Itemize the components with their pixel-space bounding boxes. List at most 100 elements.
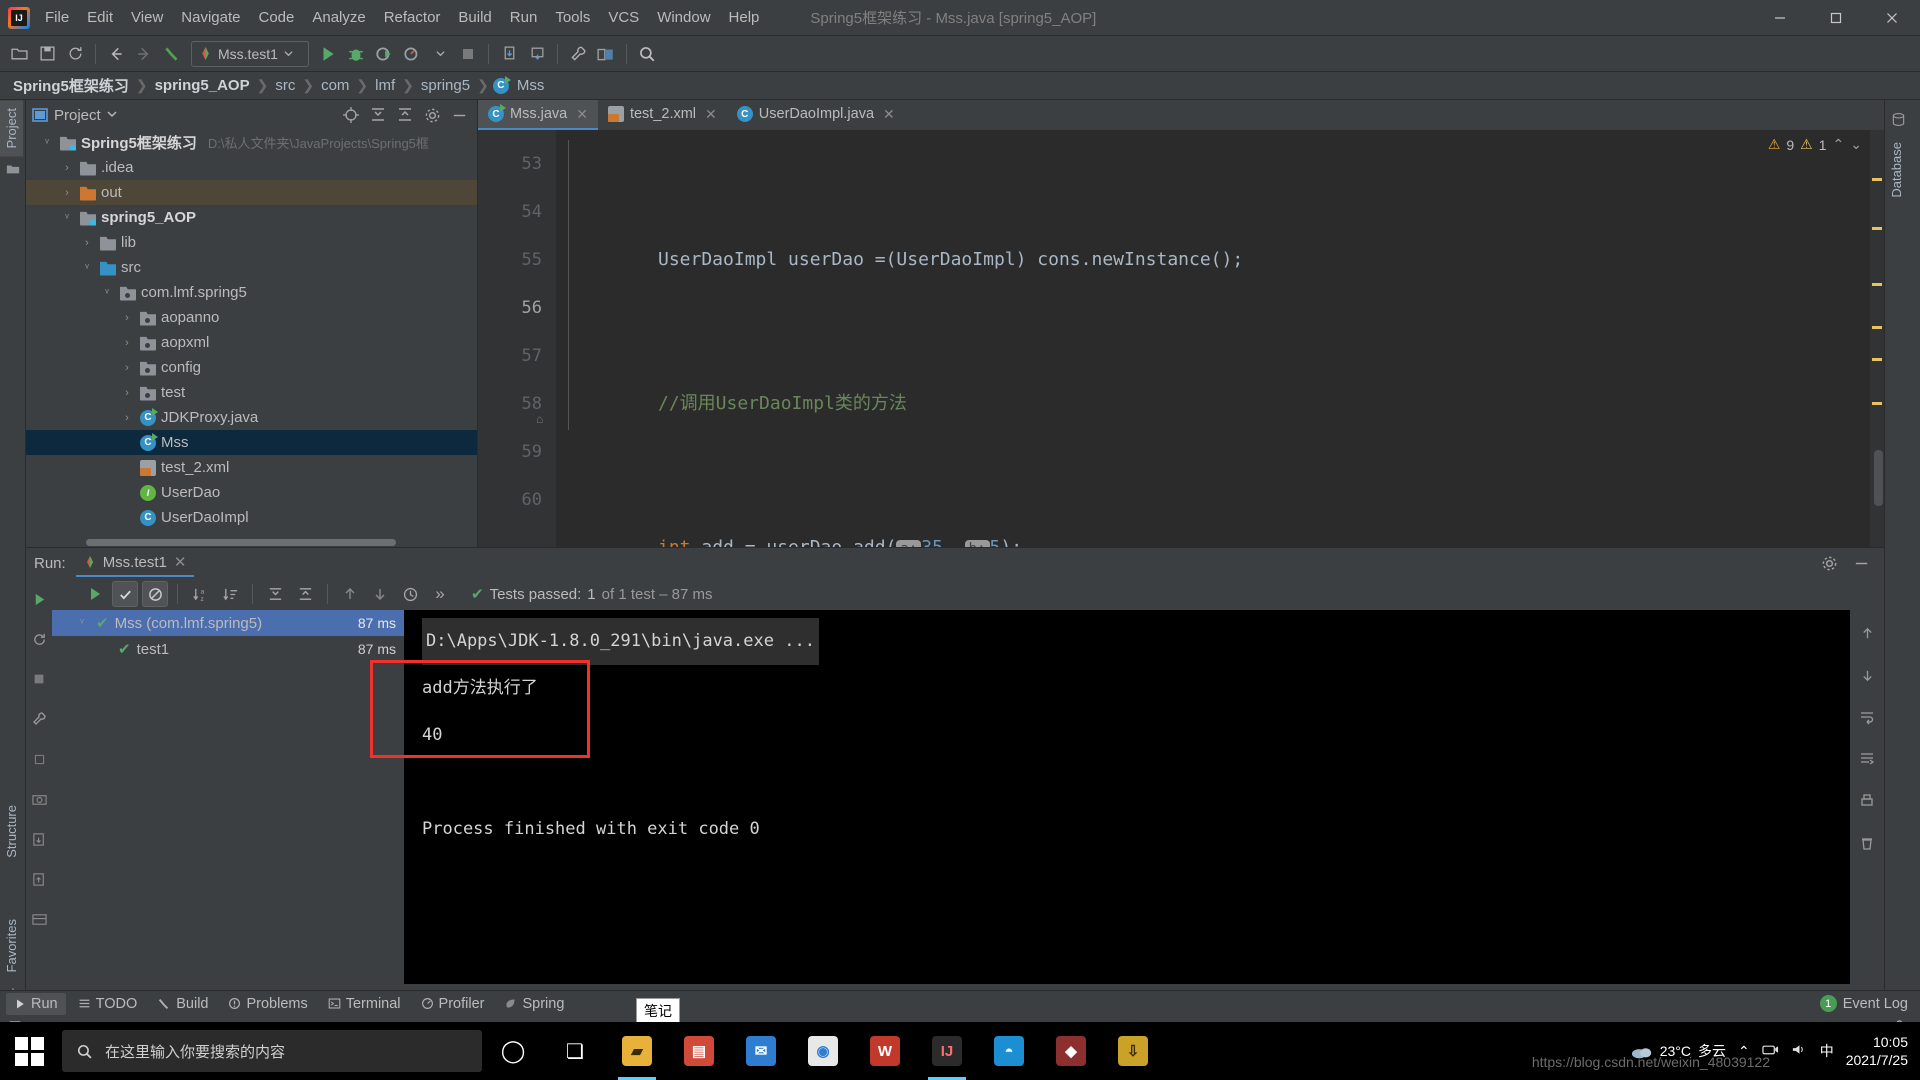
bottom-tab-spring[interactable]: Spring bbox=[496, 993, 572, 1015]
inspection-prev-icon[interactable]: ⌃ bbox=[1833, 136, 1845, 153]
test-tree-row-test[interactable]: ✔ test1 87 ms bbox=[52, 636, 404, 662]
code-viewport[interactable]: 53 54 55 56 57 58 59 60 ⌂ UserDaoImpl us… bbox=[478, 130, 1884, 547]
scroll-to-end-icon[interactable] bbox=[1854, 746, 1880, 772]
tree-row--idea[interactable]: › .idea bbox=[26, 155, 477, 180]
volume-icon[interactable] bbox=[1791, 1042, 1808, 1060]
tree-row-spring5-aop[interactable]: ᵛ spring5_AOP bbox=[26, 205, 477, 230]
inspection-widget[interactable]: ⚠ 9 ⚠ 1 ⌃ ⌄ bbox=[1768, 136, 1862, 153]
navigate-back-icon[interactable] bbox=[103, 41, 129, 67]
chevron-down-icon[interactable]: ᵛ bbox=[39, 137, 55, 149]
tree-row-lib[interactable]: › lib bbox=[26, 230, 477, 255]
breadcrumb-item-com[interactable]: com bbox=[318, 77, 352, 94]
run-session-tab[interactable]: Mss.test1 ✕ bbox=[75, 549, 195, 577]
test-results-tree[interactable]: ᵛ ✔ Mss (com.lmf.spring5) 87 ms ✔ test1 … bbox=[52, 610, 404, 984]
breadcrumb-item-module[interactable]: spring5_AOP bbox=[152, 77, 253, 94]
hide-run-window-icon[interactable] bbox=[1848, 550, 1874, 576]
chevron-right-icon[interactable]: › bbox=[119, 387, 135, 399]
bottom-tab-problems[interactable]: Problems bbox=[220, 993, 315, 1015]
downloads-icon[interactable]: ⇩ bbox=[1102, 1022, 1164, 1080]
chevron-down-icon[interactable]: ᵛ bbox=[79, 262, 95, 274]
bottom-tab-build[interactable]: Build bbox=[149, 993, 216, 1015]
chevron-right-icon[interactable]: › bbox=[119, 312, 135, 324]
tree-row-jdkproxy-java[interactable]: › C JDKProxy.java bbox=[26, 405, 477, 430]
tree-row-out[interactable]: › out bbox=[26, 180, 477, 205]
search-everywhere-icon[interactable] bbox=[634, 41, 660, 67]
event-log-indicator[interactable]: 1 Event Log bbox=[1819, 995, 1920, 1012]
close-tab-icon[interactable]: ✕ bbox=[576, 106, 588, 123]
wrench-icon[interactable] bbox=[26, 706, 52, 732]
store-icon[interactable]: ▤ bbox=[668, 1022, 730, 1080]
project-tree-horizontal-scrollbar[interactable] bbox=[26, 538, 477, 547]
error-stripe-marker-bar[interactable] bbox=[1870, 130, 1884, 547]
code-fold-marker-icon[interactable]: ⌂ bbox=[536, 412, 543, 426]
close-tab-icon[interactable]: ✕ bbox=[705, 106, 717, 123]
menu-code[interactable]: Code bbox=[249, 6, 303, 29]
start-button[interactable] bbox=[0, 1022, 58, 1080]
chevron-down-icon[interactable]: ᵛ bbox=[74, 617, 90, 629]
run-button[interactable] bbox=[315, 41, 341, 67]
maximize-button[interactable] bbox=[1808, 0, 1864, 36]
menu-build[interactable]: Build bbox=[449, 6, 500, 29]
stop-process-icon[interactable] bbox=[26, 746, 52, 772]
menu-window[interactable]: Window bbox=[648, 6, 719, 29]
bottom-tab-run[interactable]: Run bbox=[6, 992, 66, 1015]
update-project-icon[interactable] bbox=[496, 41, 522, 67]
intellij-taskbar-icon[interactable]: IJ bbox=[916, 1022, 978, 1080]
open-folder-icon[interactable] bbox=[6, 41, 32, 67]
layout-icon[interactable] bbox=[26, 906, 52, 932]
run-window-settings-gear-icon[interactable] bbox=[1816, 550, 1842, 576]
stop-run-icon[interactable] bbox=[26, 666, 52, 692]
chevron-right-icon[interactable]: › bbox=[119, 362, 135, 374]
rerun-icon[interactable] bbox=[26, 586, 52, 612]
menu-refactor[interactable]: Refactor bbox=[375, 6, 450, 29]
run-with-coverage-button[interactable] bbox=[371, 41, 397, 67]
close-button[interactable] bbox=[1864, 0, 1920, 36]
bottom-tab-profiler[interactable]: Profiler bbox=[413, 993, 493, 1015]
tree-row-userdao[interactable]: I UserDao bbox=[26, 480, 477, 505]
profile-dropdown-icon[interactable] bbox=[427, 41, 453, 67]
menu-vcs[interactable]: VCS bbox=[599, 6, 648, 29]
tree-row-config[interactable]: › config bbox=[26, 355, 477, 380]
breadcrumb-item-project[interactable]: Spring5框架练习 bbox=[10, 75, 132, 96]
settings-wrench-icon[interactable] bbox=[565, 41, 591, 67]
menu-tools[interactable]: Tools bbox=[546, 6, 599, 29]
profile-button[interactable] bbox=[399, 41, 425, 67]
close-run-tab-icon[interactable]: ✕ bbox=[174, 553, 187, 571]
breadcrumb-item-spring5[interactable]: spring5 bbox=[418, 77, 473, 94]
sort-by-duration-icon[interactable] bbox=[217, 581, 243, 607]
chevron-down-icon[interactable]: ᵛ bbox=[59, 212, 75, 224]
scroll-down-icon[interactable] bbox=[1854, 662, 1880, 688]
menu-edit[interactable]: Edit bbox=[78, 6, 122, 29]
rerun-failed-icon[interactable] bbox=[26, 626, 52, 652]
navigate-forward-icon[interactable] bbox=[131, 41, 157, 67]
hide-ignored-toggle[interactable] bbox=[142, 581, 168, 607]
tool-window-tab-favorites[interactable]: Favorites bbox=[0, 911, 23, 980]
menu-run[interactable]: Run bbox=[501, 6, 547, 29]
chevron-right-icon[interactable]: › bbox=[119, 412, 135, 424]
sync-icon[interactable] bbox=[62, 41, 88, 67]
panel-settings-gear-icon[interactable] bbox=[420, 103, 444, 127]
tool-window-tab-project[interactable]: Project bbox=[0, 100, 23, 157]
tool-window-tab-database[interactable]: Database bbox=[1885, 134, 1908, 206]
prev-failed-test-icon[interactable] bbox=[337, 581, 363, 607]
print-icon[interactable] bbox=[1854, 788, 1880, 814]
tree-row-com-lmf-spring5[interactable]: ᵛ com.lmf.spring5 bbox=[26, 280, 477, 305]
save-all-icon[interactable] bbox=[34, 41, 60, 67]
tree-row-spring5----[interactable]: ᵛ Spring5框架练习 D:\私人文件夹\JavaProjects\Spring… bbox=[26, 130, 477, 155]
stop-button[interactable] bbox=[455, 41, 481, 67]
file-explorer-icon[interactable]: ▰ bbox=[606, 1022, 668, 1080]
test-rerun-icon[interactable] bbox=[82, 581, 108, 607]
expand-all-icon[interactable] bbox=[393, 103, 417, 127]
more-actions-icon[interactable]: » bbox=[427, 581, 453, 607]
bottom-tab-terminal[interactable]: Terminal bbox=[320, 993, 409, 1015]
chevron-right-icon[interactable]: › bbox=[119, 337, 135, 349]
collapse-all-tests-icon[interactable] bbox=[292, 581, 318, 607]
test-tree-row-suite[interactable]: ᵛ ✔ Mss (com.lmf.spring5) 87 ms bbox=[52, 610, 404, 636]
wps-icon[interactable]: W bbox=[854, 1022, 916, 1080]
gitkraken-icon[interactable]: ◆ bbox=[1040, 1022, 1102, 1080]
build-project-icon[interactable] bbox=[159, 41, 185, 67]
editor-tab-userdaoimpl-java[interactable]: C UserDaoImpl.java ✕ bbox=[727, 100, 905, 130]
task-view-icon[interactable]: ❏ bbox=[544, 1022, 606, 1080]
scroll-from-source-icon[interactable] bbox=[339, 103, 363, 127]
ime-icon[interactable]: 中 bbox=[1820, 1041, 1834, 1061]
